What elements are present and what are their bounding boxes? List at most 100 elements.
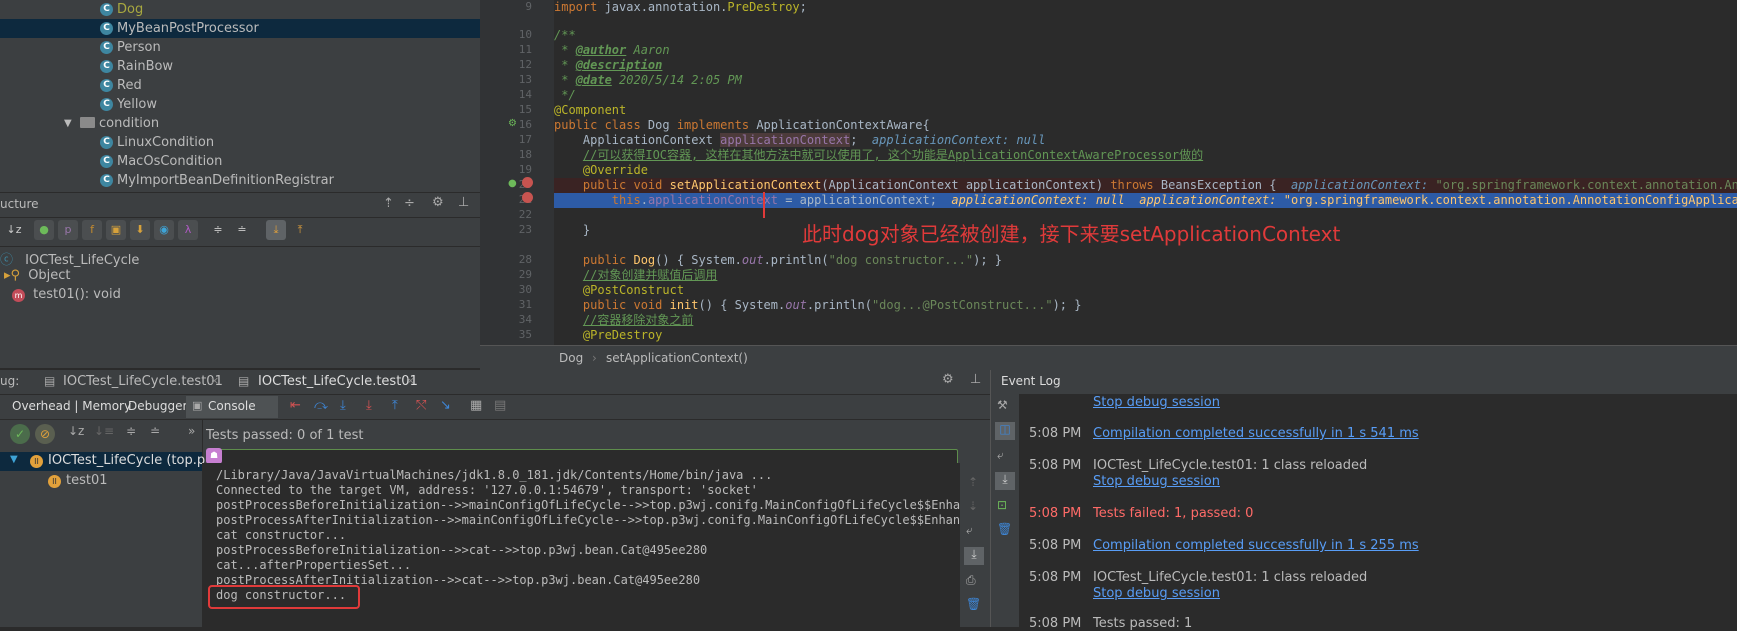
mark-read-icon[interactable]: ◫ [995, 422, 1015, 440]
chevron-down-icon[interactable]: ▼ [64, 114, 72, 133]
gear-icon[interactable]: ⚙ [432, 195, 444, 210]
line-number: 19 [518, 163, 532, 176]
hide-icon[interactable]: ⊥ [970, 372, 981, 387]
tab-debugger[interactable]: Debugger [128, 399, 187, 413]
event-link[interactable]: Stop debug session [1093, 395, 1220, 410]
sort-duration-icon[interactable]: ↓≡ [94, 424, 114, 438]
console-icon: ▣ [192, 399, 203, 412]
trash-icon[interactable]: 🗑 [966, 597, 981, 611]
override-icon[interactable]: ● [508, 178, 517, 189]
tree-item-yellow[interactable]: C Yellow [0, 95, 480, 114]
code-line: ApplicationContext applicationContext; a… [554, 133, 1046, 147]
settings-icon[interactable]: ⚒ [997, 398, 1008, 412]
tree-item-myimportbeandefinitionregistrar[interactable]: C MyImportBeanDefinitionRegistrar [0, 171, 480, 190]
down-icon[interactable]: ⇣ [968, 499, 978, 513]
tree-item-rainbow[interactable]: C RainBow [0, 57, 480, 76]
breakpoint-icon[interactable] [522, 192, 533, 203]
expand-all-icon[interactable]: ≑ [208, 220, 228, 240]
event-link[interactable]: Compilation completed successfully in 1 … [1093, 426, 1419, 441]
tab-overhead-memory[interactable]: Overhead | Memory [12, 399, 131, 413]
structure-item-object[interactable]: ▸⚲ Object [4, 268, 71, 283]
scroll-to-end-icon[interactable]: ⤓ [995, 472, 1015, 490]
autoscroll-to-source-icon[interactable]: ⤓ [266, 220, 286, 240]
notification-icon[interactable]: ⊡ [997, 498, 1007, 512]
tree-item-condition[interactable]: ▼ condition [0, 114, 480, 133]
event-time: 5:08 PM [1029, 506, 1082, 521]
tree-item-mybeanpostprocessor[interactable]: C MyBeanPostProcessor [0, 19, 480, 38]
breadcrumb: Dog › setApplicationContext() [480, 345, 1737, 371]
close-icon[interactable]: × [210, 374, 219, 387]
collapse-icon[interactable]: ÷ [404, 196, 415, 211]
force-step-into-icon[interactable]: ⤓ [366, 398, 372, 413]
structure-item-class[interactable]: ⓒ IOCTest_LifeCycle [0, 249, 139, 268]
tree-item-macoscondition[interactable]: C MacOsCondition [0, 152, 480, 171]
class-icon: C [100, 22, 113, 35]
tree-item-linuxcondition[interactable]: C LinuxCondition [0, 133, 480, 152]
anonymous-filter-button[interactable]: ◉ [154, 220, 174, 240]
code-line: @PreDestroy [582, 328, 663, 342]
event-link[interactable]: Compilation completed successfully in 1 … [1093, 538, 1419, 553]
event-time: 5:08 PM [1029, 616, 1082, 631]
line-number: 34 [518, 313, 532, 326]
event-log-toolbar: ⚒ ◫ ⤶ ⤓ ⊡ 🗑 [991, 394, 1019, 627]
event-log-title: Event Log [1001, 374, 1061, 388]
properties-filter-button[interactable]: p [58, 220, 78, 240]
lambda-filter-button[interactable]: λ [178, 220, 198, 240]
step-over-icon[interactable]: ⤼ [314, 398, 328, 413]
breadcrumb-item[interactable]: setApplicationContext() [606, 346, 748, 371]
close-icon[interactable]: × [406, 374, 415, 387]
sort-icon[interactable]: ↓z [4, 220, 24, 240]
trace-icon[interactable]: ▤ [494, 398, 506, 413]
up-icon[interactable]: ⇡ [968, 475, 978, 489]
step-into-icon[interactable]: ⤓ [340, 398, 346, 413]
hide-icon[interactable]: ⊥ [458, 195, 469, 210]
debug-tab[interactable]: IOCTest_LifeCycle.test01 [63, 374, 223, 389]
tree-item-person[interactable]: C Person [0, 38, 480, 57]
show-execution-point-icon[interactable]: ⇤ [290, 398, 301, 413]
drop-frame-icon[interactable]: ⤲ [416, 398, 426, 413]
expand-icon[interactable]: ⇡ [383, 196, 394, 211]
test-tree-item[interactable]: II test01 [0, 472, 202, 491]
code-editor[interactable]: import javax.annotation.PreDestroy; /** … [554, 0, 1737, 345]
fields-filter-button[interactable]: f [82, 220, 102, 240]
expand-all-icon[interactable]: ≑ [126, 424, 136, 438]
gear-icon[interactable]: ⚙ [942, 372, 954, 387]
structure-item-method[interactable]: m test01(): void [12, 287, 121, 302]
test-tree-root[interactable]: ▼ II IOCTest_LifeCycle (top.p [0, 452, 205, 471]
print-icon[interactable]: ⎙ [966, 573, 976, 588]
collapse-all-icon[interactable]: ≐ [232, 220, 252, 240]
chevron-down-icon[interactable]: ▼ [10, 454, 18, 465]
autoscroll-from-source-icon[interactable]: ⤒ [290, 220, 310, 240]
tree-item-label: Dog [117, 2, 144, 17]
run-to-cursor-icon[interactable]: ↘ [440, 398, 451, 413]
soft-wrap-icon[interactable]: ⤶ [966, 523, 973, 538]
show-passed-icon[interactable]: ✓ [10, 424, 30, 444]
run-config-icon: ▤ [44, 374, 56, 388]
breadcrumb-item[interactable]: Dog [559, 346, 583, 371]
lock-icon[interactable]: ▣ [106, 220, 126, 240]
inherited-filter-button[interactable]: ⬇ [130, 220, 150, 240]
tree-item-red[interactable]: C Red [0, 76, 480, 95]
tree-item-label: LinuxCondition [117, 135, 215, 150]
console-output[interactable]: /Library/Java/JavaVirtualMachines/jdk1.8… [202, 463, 982, 627]
step-out-icon[interactable]: ⤒ [392, 398, 398, 413]
code-line: //可以获得IOC容器, 这样在其他方法中就可以使用了, 这个功能是Applic… [582, 148, 1204, 162]
collapse-all-icon[interactable]: ≐ [150, 424, 160, 438]
tree-item-dog[interactable]: C Dog [0, 0, 480, 19]
soft-wrap-icon[interactable]: ⤶ [997, 448, 1004, 463]
evaluate-icon[interactable]: ▦ [470, 398, 482, 413]
debug-tab-active[interactable]: IOCTest_LifeCycle.test01 [258, 374, 418, 389]
bean-icon[interactable]: ⚙ [508, 118, 517, 129]
event-link[interactable]: Stop debug session [1093, 586, 1220, 601]
event-link[interactable]: Stop debug session [1093, 474, 1220, 489]
sort-alpha-icon[interactable]: ↓z [68, 424, 84, 438]
show-ignored-icon[interactable]: ⊘ [35, 424, 55, 444]
more-icon[interactable]: » [188, 424, 195, 438]
line-number: 22 [518, 208, 532, 221]
tree-item-label: Person [117, 40, 161, 55]
trash-icon[interactable]: 🗑 [997, 522, 1012, 536]
visibility-filter-button[interactable]: ● [34, 220, 54, 240]
tab-console[interactable]: ▣ Console [186, 396, 278, 418]
scroll-to-end-icon[interactable]: ⤓ [964, 547, 984, 565]
breakpoint-icon[interactable] [522, 177, 533, 188]
